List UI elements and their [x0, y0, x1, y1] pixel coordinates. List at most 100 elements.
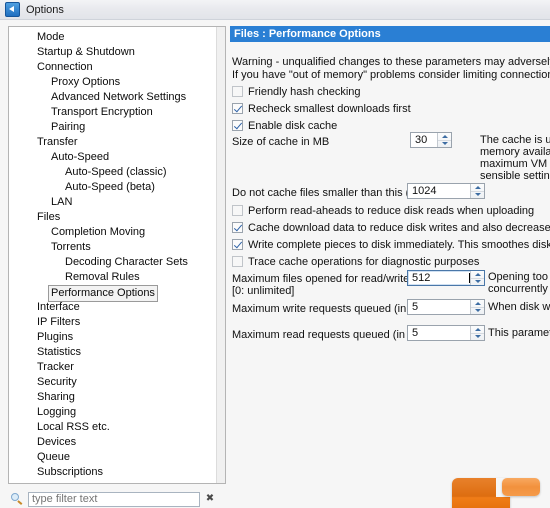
sidebar-item-connection[interactable]: Connection — [9, 60, 215, 75]
sidebar-item-label: Statistics — [37, 346, 82, 358]
min-cache-file-value[interactable]: 1024 — [408, 184, 470, 198]
spinner-buttons[interactable] — [470, 271, 484, 285]
sidebar-item-devices[interactable]: Devices — [9, 435, 215, 450]
cache-size-value[interactable]: 30 — [411, 133, 437, 147]
sidebar-item-label: Decoding Character Sets — [65, 256, 188, 268]
spinner-buttons[interactable] — [470, 300, 484, 314]
checkbox-box[interactable] — [232, 103, 243, 114]
sidebar-item-interface[interactable]: Interface — [9, 300, 215, 315]
sidebar-item-decoding-character-sets[interactable]: Decoding Character Sets — [9, 255, 215, 270]
spinner-down-icon[interactable] — [438, 139, 451, 148]
min-cache-file-spinner[interactable]: 1024 — [407, 183, 485, 199]
sidebar-item-sharing[interactable]: Sharing — [9, 390, 215, 405]
sidebar-item-tracker[interactable]: Tracker — [9, 360, 215, 375]
options-window: Options Mode Startup & Shutdown Connection… — [0, 0, 550, 508]
cache-size-label: Size of cache in MB — [232, 136, 330, 148]
sidebar-item-label: Torrents — [51, 241, 91, 253]
sidebar-item-label: Transport Encryption — [51, 106, 153, 118]
filter-bar: ✖ — [8, 490, 226, 508]
sidebar-item-plugins[interactable]: Plugins — [9, 330, 215, 345]
sidebar-item-pairing[interactable]: Pairing — [9, 120, 215, 135]
checkbox-perform-read-aheads[interactable]: Perform read-aheads to reduce disk reads… — [232, 203, 550, 218]
sidebar-item-security[interactable]: Security — [9, 375, 215, 390]
window-body: Mode Startup & Shutdown Connection Proxy Op… — [0, 20, 550, 508]
sidebar-item-local-rss-etc[interactable]: Local RSS etc. — [9, 420, 215, 435]
sidebar-item-auto-speed-classic[interactable]: Auto-Speed (classic) — [9, 165, 215, 180]
sidebar-item-statistics[interactable]: Statistics — [9, 345, 215, 360]
spinner-down-icon[interactable] — [471, 190, 484, 199]
max-read-queued-label: Maximum read requests queued (in MB) — [232, 329, 429, 341]
sidebar-item-torrents[interactable]: Torrents — [9, 240, 215, 255]
spinner-down-icon[interactable] — [471, 306, 484, 315]
sidebar-item-label: Security — [37, 376, 77, 388]
max-read-queued-value[interactable]: 5 — [408, 326, 470, 340]
sidebar-item-performance-options[interactable]: Performance Options — [9, 285, 215, 302]
search-icon — [10, 492, 24, 506]
title-bar: Options — [0, 0, 550, 20]
checkbox-box[interactable] — [232, 120, 243, 131]
max-files-help-line2: concurrently op — [488, 283, 550, 295]
cache-size-spinner[interactable]: 30 — [410, 132, 452, 148]
sidebar-item-label: Interface — [37, 301, 80, 313]
sidebar-item-files[interactable]: Files — [9, 210, 215, 225]
sidebar-item-completion-moving[interactable]: Completion Moving — [9, 225, 215, 240]
checkbox-box[interactable] — [232, 222, 243, 233]
spinner-buttons[interactable] — [437, 133, 451, 147]
checkbox-friendly-hash-checking[interactable]: Friendly hash checking — [232, 84, 550, 99]
max-files-value[interactable]: 512 — [408, 271, 469, 285]
sidebar-item-subscriptions[interactable]: Subscriptions — [9, 465, 215, 480]
sidebar-item-label: Logging — [37, 406, 77, 418]
cache-size-help-line3: maximum VM s — [480, 158, 550, 170]
checkbox-label: Write complete pieces to disk immediatel… — [248, 238, 550, 251]
sidebar-item-removal-rules[interactable]: Removal Rules — [9, 270, 215, 285]
sidebar-item-logging[interactable]: Logging — [9, 405, 215, 420]
checkbox-box[interactable] — [232, 86, 243, 97]
max-read-queued-spinner[interactable]: 5 — [407, 325, 485, 341]
max-files-help-line1: Opening too m — [488, 271, 550, 283]
checkbox-box[interactable] — [232, 256, 243, 267]
sidebar-item-proxy-options[interactable]: Proxy Options — [9, 75, 215, 90]
sidebar-item-label: Startup & Shutdown — [37, 46, 135, 58]
sidebar-item-label: Proxy Options — [51, 76, 121, 88]
max-write-queued-spinner[interactable]: 5 — [407, 299, 485, 315]
sidebar-item-label: Subscriptions — [37, 466, 104, 478]
spinner-down-icon[interactable] — [471, 277, 484, 286]
max-write-queued-value[interactable]: 5 — [408, 300, 470, 314]
sidebar-item-label: IP Filters — [37, 316, 81, 328]
section-header: Files : Performance Options — [230, 26, 550, 42]
sidebar-item-label: Files — [37, 211, 61, 223]
sidebar-item-ip-filters[interactable]: IP Filters — [9, 315, 215, 330]
checkbox-label: Enable disk cache — [248, 119, 338, 132]
settings-tree[interactable]: Mode Startup & Shutdown Connection Proxy Op… — [9, 30, 215, 480]
sidebar-item-auto-speed[interactable]: Auto-Speed — [9, 150, 215, 165]
sidebar-item-transport-encryption[interactable]: Transport Encryption — [9, 105, 215, 120]
checkbox-box[interactable] — [232, 239, 243, 250]
checkbox-write-complete-pieces[interactable]: Write complete pieces to disk immediatel… — [232, 237, 550, 252]
checkbox-cache-download-data[interactable]: Cache download data to reduce disk write… — [232, 220, 550, 235]
sidebar-item-label: Devices — [37, 436, 77, 448]
sidebar-item-startup-shutdown[interactable]: Startup & Shutdown — [9, 45, 215, 60]
sidebar-item-mode[interactable]: Mode — [9, 30, 215, 45]
sidebar-item-label: Queue — [37, 451, 71, 463]
spinner-down-icon[interactable] — [471, 332, 484, 341]
max-files-spinner[interactable]: 512 — [407, 270, 485, 286]
spinner-buttons[interactable] — [470, 326, 484, 340]
sidebar-item-label: Auto-Speed (classic) — [65, 166, 167, 178]
warning-text-line2: If you have "out of memory" problems con… — [232, 69, 550, 81]
checkbox-label: Trace cache operations for diagnostic pu… — [248, 255, 480, 268]
clear-filter-icon[interactable]: ✖ — [205, 494, 215, 504]
checkbox-recheck-smallest-downloads-first[interactable]: Recheck smallest downloads first — [232, 101, 550, 116]
checkbox-trace-cache-operations[interactable]: Trace cache operations for diagnostic pu… — [232, 254, 550, 269]
sidebar-item-queue[interactable]: Queue — [9, 450, 215, 465]
sidebar-item-lan[interactable]: LAN — [9, 195, 215, 210]
filter-input[interactable] — [28, 491, 200, 507]
spinner-buttons[interactable] — [470, 184, 484, 198]
sidebar-item-auto-speed-beta[interactable]: Auto-Speed (beta) — [9, 180, 215, 195]
sidebar-item-advanced-network-settings[interactable]: Advanced Network Settings — [9, 90, 215, 105]
window-title: Options — [26, 3, 64, 16]
sidebar-item-transfer[interactable]: Transfer — [9, 135, 215, 150]
checkbox-enable-disk-cache[interactable]: Enable disk cache — [232, 118, 550, 133]
checkbox-box[interactable] — [232, 205, 243, 216]
sidebar-item-label: Tracker — [37, 361, 74, 373]
tree-scrollbar[interactable] — [216, 27, 225, 483]
